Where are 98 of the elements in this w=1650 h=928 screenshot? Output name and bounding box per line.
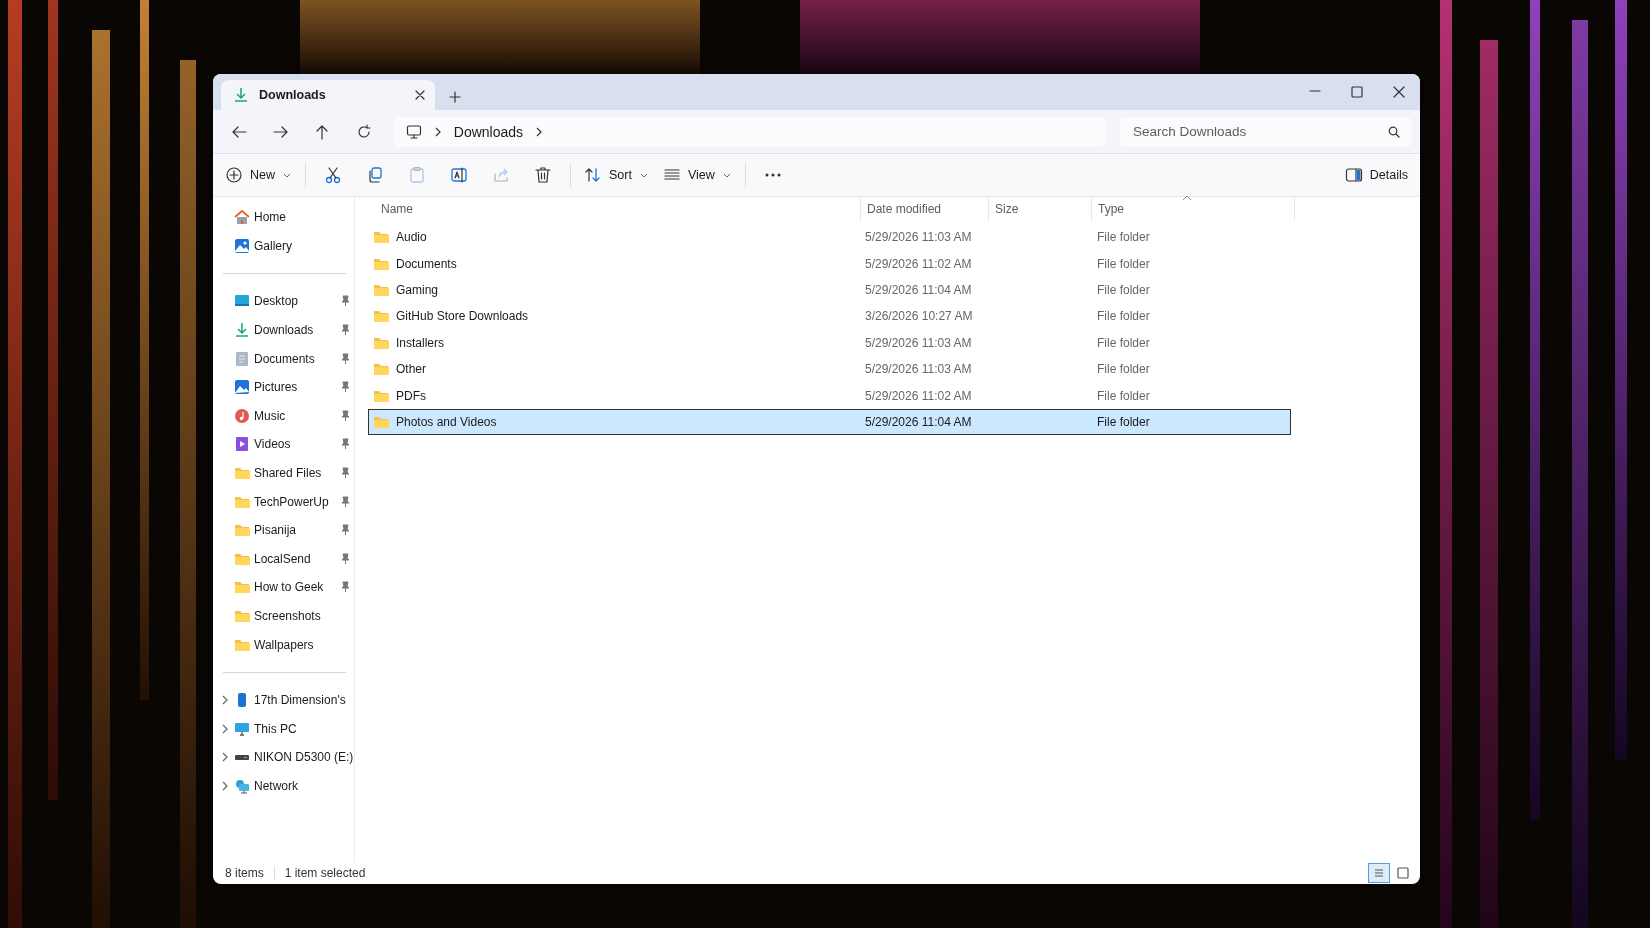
- selection-count: 1 item selected: [284, 866, 366, 880]
- sidebar-item[interactable]: Pictures: [213, 372, 354, 402]
- picture-icon: [234, 379, 250, 396]
- sidebar-item[interactable]: How to Geek: [213, 573, 354, 602]
- sidebar-item[interactable]: Desktop: [213, 287, 354, 316]
- sidebar-item[interactable]: Network: [213, 771, 354, 801]
- table-cell-text: File folder: [1096, 334, 1151, 352]
- rename-icon[interactable]: [450, 166, 468, 184]
- chevron-right-icon[interactable]: [221, 752, 229, 763]
- folder-icon: [234, 465, 250, 482]
- sort-button[interactable]: Sort: [578, 159, 655, 191]
- download-icon: [233, 87, 249, 103]
- breadcrumb[interactable]: Downloads: [453, 123, 524, 140]
- details-pane-icon[interactable]: [1344, 166, 1363, 184]
- sidebar-item[interactable]: Downloads: [213, 315, 354, 345]
- file-name[interactable]: Photos and Videos: [369, 409, 862, 435]
- table-cell-text: 5/29/2026 11:02 AM: [864, 387, 973, 405]
- tab[interactable]: Downloads: [221, 80, 435, 110]
- sidebar-item[interactable]: Shared Files: [213, 458, 354, 488]
- close-icon[interactable]: [1393, 86, 1405, 98]
- folder-icon: [373, 308, 389, 325]
- chevron-right-icon[interactable]: [221, 723, 229, 734]
- table-cell-text: File folder: [1096, 229, 1151, 247]
- table-cell-text: 5/29/2026 11:04 AM: [864, 281, 973, 299]
- chevron-right-icon[interactable]: [221, 695, 229, 706]
- chevron-icon[interactable]: [433, 126, 442, 137]
- chevron-icon[interactable]: [535, 126, 544, 137]
- file-name[interactable]: Gaming: [369, 277, 862, 303]
- file-name[interactable]: PDFs: [369, 383, 862, 408]
- music-icon: [234, 407, 250, 424]
- download-icon: [234, 322, 250, 339]
- add-icon[interactable]: [225, 166, 243, 184]
- caret-icon[interactable]: [638, 171, 649, 179]
- table-cell-text: 5/29/2026 11:03 AM: [864, 229, 973, 247]
- monitor-icon[interactable]: [405, 123, 422, 140]
- sidebar-item[interactable]: Videos: [213, 430, 354, 459]
- home-icon: [234, 209, 250, 226]
- selected-row[interactable]: Photos and Videos 5/29/2026 11:04 AM File folder: [368, 408, 1291, 436]
- view-button[interactable]: View: [656, 159, 738, 191]
- sidebar-item[interactable]: Screenshots: [213, 601, 354, 631]
- maximize-icon[interactable]: [1351, 86, 1363, 98]
- folder-icon: [373, 361, 389, 378]
- address-bar[interactable]: Downloads: [393, 116, 1106, 147]
- sidebar-item[interactable]: This PC: [213, 714, 354, 744]
- search-field[interactable]: Search Downloads: [1120, 116, 1412, 147]
- column-header[interactable]: Size: [989, 197, 1092, 221]
- close-icon[interactable]: [415, 90, 425, 100]
- column-header[interactable]: Date modified: [861, 197, 989, 221]
- caret-icon[interactable]: [721, 171, 732, 179]
- document-icon: [234, 350, 250, 367]
- sidebar-item[interactable]: LocalSend: [213, 544, 354, 574]
- file-name[interactable]: Other: [369, 356, 862, 382]
- table-cell-text: File folder: [1096, 413, 1151, 431]
- item-count: 8 items: [225, 866, 275, 880]
- table-cell-text: File folder: [1096, 308, 1151, 326]
- table-cell-text: 5/29/2026 11:03 AM: [864, 361, 973, 379]
- sidebar-item[interactable]: Pisanija: [213, 515, 354, 545]
- sort-icon[interactable]: [584, 166, 602, 184]
- sidebar-item[interactable]: NIKON D5300 (E:): [213, 743, 354, 772]
- column-header[interactable]: Name: [368, 197, 861, 221]
- sidebar-item[interactable]: 17th Dimension's: [213, 685, 354, 715]
- refresh-icon[interactable]: [355, 123, 372, 140]
- folder-icon: [234, 579, 250, 596]
- table-cell-text: File folder: [1096, 361, 1151, 379]
- chevron-right-icon[interactable]: [221, 781, 229, 791]
- search-icon[interactable]: [1388, 125, 1400, 138]
- monitor-icon: [234, 720, 250, 737]
- folder-icon: [234, 522, 250, 539]
- video-icon: [234, 436, 250, 453]
- table-cell-text: 5/29/2026 11:03 AM: [864, 334, 973, 352]
- sidebar-item[interactable]: Music: [213, 401, 354, 431]
- file-name[interactable]: Installers: [369, 330, 862, 355]
- trash-icon[interactable]: [534, 166, 552, 184]
- sidebar-item[interactable]: Documents: [213, 344, 354, 373]
- table-cell-text: File folder: [1096, 281, 1151, 299]
- sidebar-item[interactable]: Wallpapers: [213, 630, 354, 659]
- gallery-icon: [234, 237, 250, 254]
- file-name[interactable]: Documents: [369, 251, 862, 276]
- table-cell-text: File folder: [1096, 387, 1151, 405]
- folder-icon: [234, 608, 250, 624]
- sidebar-item[interactable]: TechPowerUp: [213, 487, 354, 516]
- table-cell-text: File folder: [1096, 255, 1151, 273]
- copy-icon[interactable]: [366, 166, 384, 184]
- column-header[interactable]: Type: [1092, 197, 1295, 221]
- sidebar-item[interactable]: Home: [213, 203, 354, 232]
- new-tab-icon[interactable]: [449, 91, 461, 103]
- file-name[interactable]: GitHub Store Downloads: [369, 304, 862, 329]
- sidebar-item[interactable]: Gallery: [213, 231, 354, 261]
- table-cell-text: 5/29/2026 11:02 AM: [864, 255, 973, 273]
- caret-icon[interactable]: [282, 171, 292, 179]
- table-cell-text: 3/26/2026 10:27 AM: [864, 308, 974, 326]
- new-button[interactable]: New: [219, 159, 298, 191]
- scissors-icon[interactable]: [324, 166, 342, 184]
- file-name[interactable]: Audio: [369, 225, 862, 250]
- details-button[interactable]: Details: [1338, 159, 1414, 191]
- folder-icon: [373, 229, 389, 246]
- table-cell-text: 5/29/2026 11:04 AM: [864, 413, 973, 431]
- network-icon: [234, 778, 250, 794]
